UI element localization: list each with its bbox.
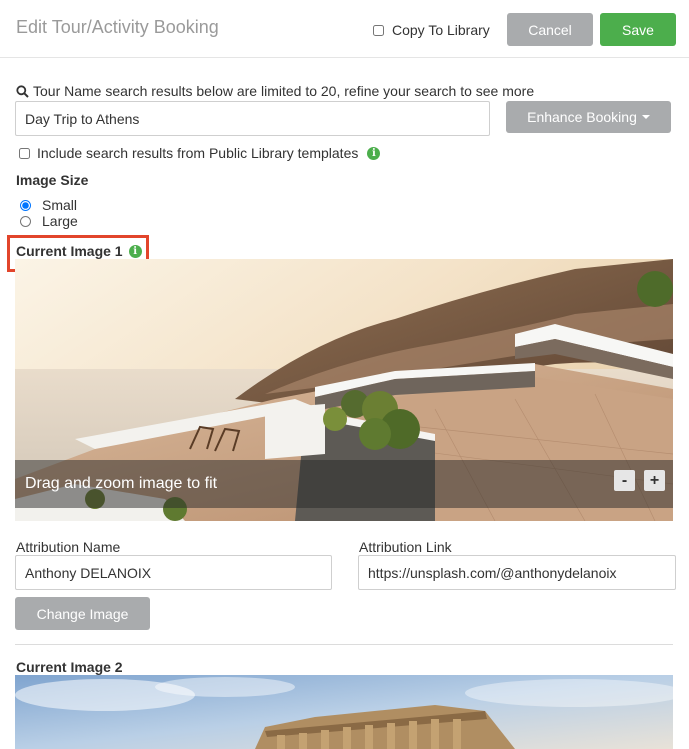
section-divider (15, 644, 673, 645)
zoom-out-button[interactable]: - (614, 470, 635, 491)
info-icon[interactable]: i (367, 146, 381, 160)
attribution-link-label: Attribution Link (359, 539, 452, 555)
caret-down-icon (641, 115, 650, 119)
change-image-button[interactable]: Change Image (15, 597, 150, 630)
attribution-link-input[interactable] (358, 555, 676, 590)
modal-header: Edit Tour/Activity Booking Copy To Libra… (0, 0, 689, 58)
copy-to-library-checkbox[interactable] (373, 24, 384, 36)
save-button[interactable]: Save (600, 13, 676, 46)
copy-to-library-toggle[interactable]: Copy To Library (373, 22, 490, 38)
attribution-name-input[interactable] (15, 555, 332, 590)
current-image-1-label: Current Image 1 (16, 243, 123, 259)
enhance-booking-label: Enhance Booking (527, 109, 637, 125)
zoom-in-button[interactable]: + (644, 470, 665, 491)
modal-title: Edit Tour/Activity Booking (16, 17, 219, 37)
current-image-2-cropper[interactable] (15, 675, 673, 749)
image-size-option-large[interactable]: Large (20, 213, 78, 229)
image-size-small-radio[interactable] (20, 199, 31, 211)
copy-to-library-label: Copy To Library (392, 22, 490, 38)
image-size-large-radio[interactable] (20, 215, 31, 227)
drag-zoom-overlay: Drag and zoom image to fit - + (15, 460, 673, 508)
current-image-1-heading: Current Image 1 i (16, 243, 142, 259)
info-icon[interactable]: i (128, 244, 142, 258)
image-size-small-label: Small (42, 197, 78, 213)
image-size-option-small[interactable]: Small (20, 197, 77, 213)
current-image-1-cropper[interactable]: Drag and zoom image to fit - + (15, 259, 673, 521)
include-public-toggle[interactable]: Include search results from Public Libra… (19, 145, 381, 161)
include-public-label: Include search results from Public Libra… (37, 145, 359, 161)
search-note-text: Tour Name search results below are limit… (33, 83, 535, 99)
parthenon-photo (15, 675, 673, 749)
search-icon (16, 84, 29, 98)
include-public-checkbox[interactable] (19, 147, 30, 159)
attribution-name-label: Attribution Name (16, 539, 121, 555)
current-image-2-label: Current Image 2 (16, 659, 123, 675)
search-note: Tour Name search results below are limit… (16, 83, 534, 99)
tour-name-input[interactable] (15, 101, 490, 136)
image-size-large-label: Large (42, 213, 78, 229)
image-size-label: Image Size (16, 172, 89, 188)
cancel-button[interactable]: Cancel (507, 13, 593, 46)
enhance-booking-button[interactable]: Enhance Booking (506, 101, 671, 133)
drag-zoom-hint: Drag and zoom image to fit (25, 475, 218, 492)
